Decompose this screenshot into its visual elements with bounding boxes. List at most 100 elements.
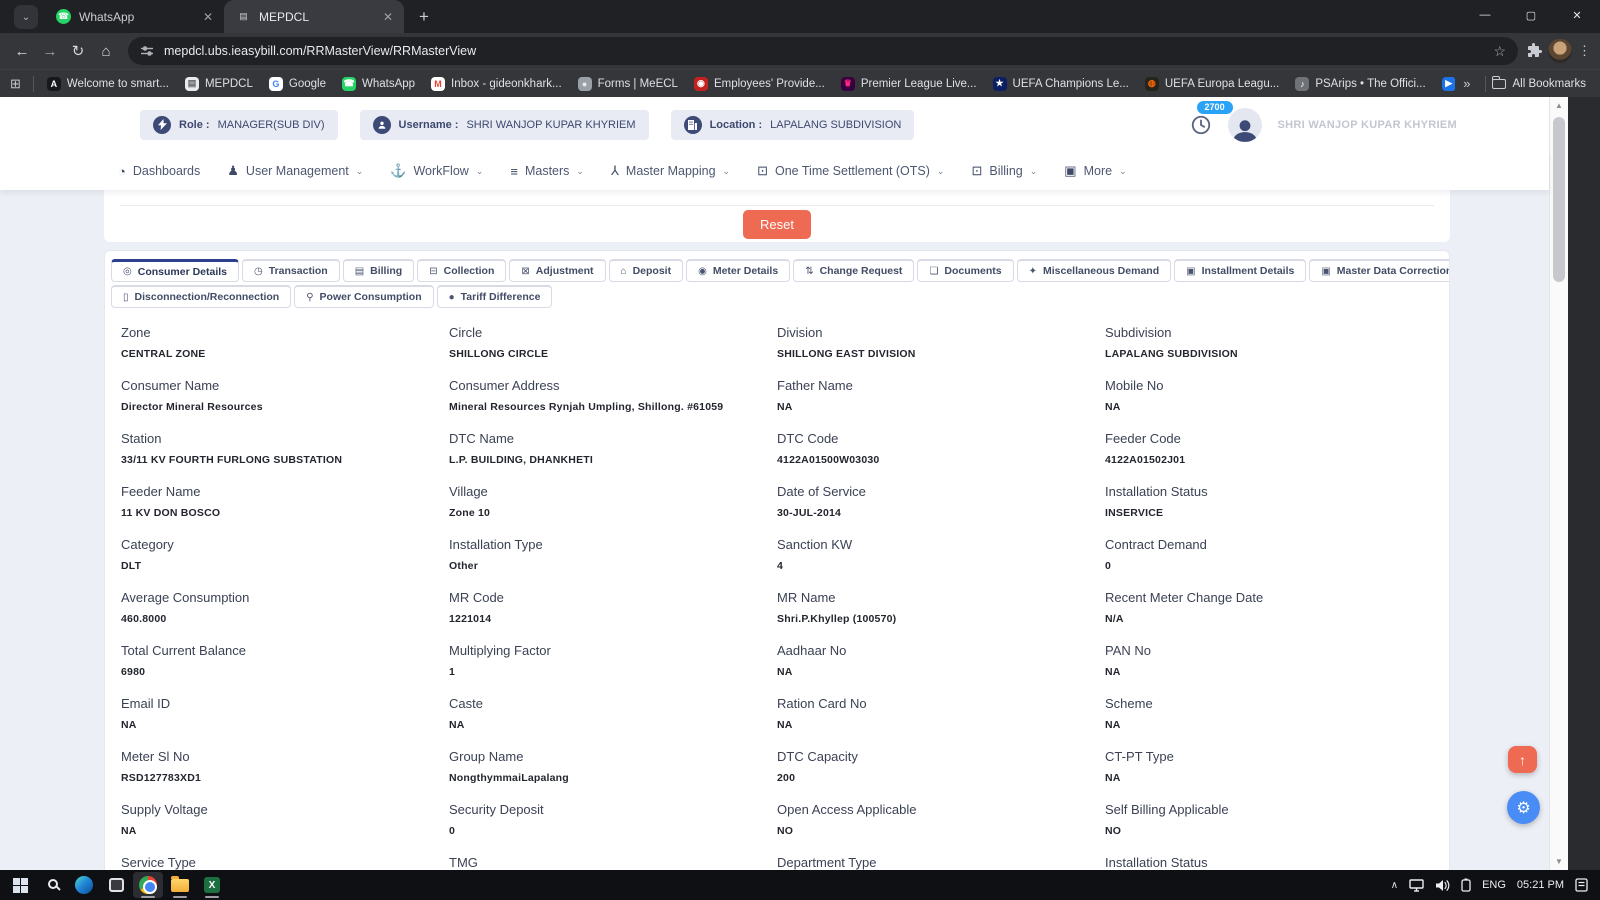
bookmark-item[interactable]: M Inbox - gideonkhark... bbox=[424, 74, 569, 94]
browser-menu-icon[interactable]: ⋮ bbox=[1578, 43, 1592, 59]
session-timer[interactable]: 2700 bbox=[1190, 100, 1233, 136]
scrollbar-thumb[interactable] bbox=[1553, 117, 1565, 282]
field-label: Recent Meter Change Date bbox=[1105, 590, 1264, 605]
bookmark-star-icon[interactable]: ☆ bbox=[1493, 43, 1506, 60]
nav-item-more[interactable]: ▣ More ⌄ bbox=[1064, 163, 1126, 179]
nav-item-user-management[interactable]: ♟ User Management ⌄ bbox=[227, 163, 363, 179]
volume-icon[interactable] bbox=[1435, 879, 1450, 892]
field-value: 1 bbox=[449, 666, 456, 678]
url-text[interactable]: mepdcl.ubs.ieasybill.com/RRMasterView/RR… bbox=[164, 44, 1483, 58]
tab-disconnection-reconnection[interactable]: ▯ Disconnection/Reconnection bbox=[111, 285, 292, 308]
chevron-down-icon: ⌄ bbox=[576, 165, 584, 176]
field-date-of-service: Date of Service 30-JUL-2014 bbox=[777, 481, 1105, 534]
field-average-consumption: Average Consumption 460.8000 bbox=[121, 587, 449, 640]
consumer-fields-grid: Zone CENTRAL ZONE Circle SHILLONG CIRCLE Div… bbox=[105, 308, 1449, 870]
reset-button[interactable]: Reset bbox=[743, 210, 811, 239]
close-button[interactable]: ✕ bbox=[1554, 0, 1600, 30]
tab-change-request[interactable]: ⇅ Change Request bbox=[793, 259, 915, 282]
taskview-taskbar-icon[interactable] bbox=[101, 872, 131, 898]
tab-power-consumption[interactable]: ⚲ Power Consumption bbox=[294, 285, 434, 308]
browser-tab-mepdcl[interactable]: ▤ MEPDCL ✕ bbox=[224, 0, 404, 33]
tab-master-data-correction[interactable]: ▣ Master Data Correction bbox=[1309, 259, 1449, 282]
bookmark-favicon-icon: ♪ bbox=[1295, 76, 1310, 91]
clock-time[interactable]: 05:21 PM bbox=[1517, 879, 1564, 891]
tab-collection[interactable]: ⊟ Collection bbox=[417, 259, 507, 282]
bookmark-item[interactable]: ▤ MEPDCL bbox=[178, 74, 260, 94]
network-icon[interactable] bbox=[1409, 878, 1424, 892]
bookmark-item[interactable]: ◉ Employees' Provide... bbox=[687, 74, 832, 94]
edge-taskbar-icon[interactable] bbox=[69, 872, 99, 898]
search-taskbar-icon[interactable] bbox=[37, 872, 67, 898]
hidden-icons-chevron[interactable]: ∧ bbox=[1391, 880, 1398, 891]
tab-documents[interactable]: ❏ Documents bbox=[917, 259, 1014, 282]
reload-icon[interactable]: ↻ bbox=[64, 37, 92, 65]
apps-grid-icon[interactable]: ⊞ bbox=[10, 76, 21, 92]
bookmark-item[interactable]: ♪ PSArips • The Offici... bbox=[1288, 74, 1432, 94]
scroll-to-top-button[interactable]: ↑ bbox=[1508, 746, 1537, 773]
browser-tab-whatsapp[interactable]: ☎ WhatsApp ✕ bbox=[44, 0, 224, 33]
bookmark-item[interactable]: ☎ WhatsApp bbox=[335, 74, 422, 94]
nav-item-master-mapping[interactable]: ⅄ Master Mapping ⌄ bbox=[611, 163, 730, 179]
nav-item-dashboards[interactable]: ◔ Dashboards bbox=[118, 164, 200, 179]
field-mobile-no: Mobile No NA bbox=[1105, 375, 1433, 428]
tab-miscellaneous-demand[interactable]: ✦ Miscellaneous Demand bbox=[1016, 259, 1172, 282]
page-scrollbar[interactable]: ▲ ▼ bbox=[1549, 97, 1568, 870]
address-bar[interactable]: mepdcl.ubs.ieasybill.com/RRMasterView/RR… bbox=[128, 37, 1518, 65]
back-icon[interactable]: ← bbox=[8, 37, 36, 65]
field-zone: Zone CENTRAL ZONE bbox=[121, 322, 449, 375]
building-icon bbox=[683, 115, 702, 134]
excel-taskbar-icon[interactable]: X bbox=[197, 872, 227, 898]
start-taskbar-icon[interactable] bbox=[5, 872, 35, 898]
scroll-up-icon[interactable]: ▲ bbox=[1550, 101, 1568, 110]
browser-profile-avatar[interactable] bbox=[1548, 39, 1572, 63]
bookmark-item[interactable]: ▶480p, 720p, & 1080... bbox=[1435, 74, 1456, 94]
tab-consumer-details[interactable]: ◎ Consumer Details bbox=[111, 259, 240, 282]
site-info-icon[interactable] bbox=[140, 44, 154, 58]
scroll-down-icon[interactable]: ▼ bbox=[1550, 857, 1568, 866]
bookmark-item[interactable]: ◍ UEFA Europa Leagu... bbox=[1138, 74, 1286, 94]
extensions-icon[interactable] bbox=[1526, 43, 1542, 59]
bookmark-item[interactable]: ★ UEFA Champions Le... bbox=[986, 74, 1136, 94]
battery-icon[interactable] bbox=[1461, 878, 1471, 892]
tab-installment-details[interactable]: ▣ Installment Details bbox=[1174, 259, 1307, 282]
bookmark-item[interactable]: A Welcome to smart... bbox=[40, 74, 176, 94]
profile-avatar[interactable] bbox=[1227, 107, 1262, 142]
bookmark-favicon-icon: ★ bbox=[992, 76, 1007, 91]
chrome-taskbar-icon[interactable] bbox=[133, 872, 163, 898]
tab-transaction[interactable]: ◷ Transaction bbox=[242, 259, 340, 282]
bookmark-item[interactable]: ● Forms | MeECL bbox=[571, 74, 685, 94]
tab-adjustment[interactable]: ⊠ Adjustment bbox=[509, 259, 606, 282]
tab-deposit[interactable]: ⌂ Deposit bbox=[608, 259, 684, 282]
tab-meter-details[interactable]: ◉ Meter Details bbox=[686, 259, 791, 282]
minimize-button[interactable]: — bbox=[1462, 0, 1508, 30]
bookmark-item[interactable]: ♛ Premier League Live... bbox=[834, 74, 984, 94]
field-mr-name: MR Name Shri.P.Khyllep (100570) bbox=[777, 587, 1105, 640]
browser-tabstrip: ⌄ ☎ WhatsApp ✕ ▤ MEPDCL ✕ + — ▢ ✕ bbox=[0, 0, 1600, 33]
tab-close-icon[interactable]: ✕ bbox=[380, 10, 396, 24]
explorer-taskbar-icon[interactable] bbox=[165, 872, 195, 898]
nav-item-one-time-settlement-ots-[interactable]: ⊡ One Time Settlement (OTS) ⌄ bbox=[757, 163, 944, 179]
field-subdivision: Subdivision LAPALANG SUBDIVISION bbox=[1105, 322, 1433, 375]
forward-icon[interactable]: → bbox=[36, 37, 64, 65]
field-value: 11 KV DON BOSCO bbox=[121, 507, 221, 519]
field-value: 460.8000 bbox=[121, 613, 167, 625]
tab-tariff-difference[interactable]: ● Tariff Difference bbox=[436, 285, 553, 308]
language-indicator[interactable]: ENG bbox=[1482, 879, 1506, 891]
notification-center-icon[interactable] bbox=[1575, 878, 1588, 892]
tab-close-icon[interactable]: ✕ bbox=[200, 10, 216, 24]
nav-item-workflow[interactable]: ⚓ WorkFlow ⌄ bbox=[390, 163, 483, 179]
bookmarks-overflow-icon[interactable]: » bbox=[1455, 76, 1478, 91]
new-tab-button[interactable]: + bbox=[410, 3, 438, 31]
field-circle: Circle SHILLONG CIRCLE bbox=[449, 322, 777, 375]
nav-item-billing[interactable]: ⊡ Billing ⌄ bbox=[971, 163, 1037, 179]
field-open-access-applicable: Open Access Applicable NO bbox=[777, 799, 1105, 852]
bookmark-item[interactable]: G Google bbox=[262, 74, 333, 94]
settings-fab[interactable]: ⚙ bbox=[1507, 791, 1540, 824]
tab-search-button[interactable]: ⌄ bbox=[14, 5, 38, 29]
nav-item-masters[interactable]: ≡ Masters ⌄ bbox=[510, 164, 584, 179]
tab-billing[interactable]: ▤ Billing bbox=[342, 259, 415, 282]
maximize-button[interactable]: ▢ bbox=[1508, 0, 1554, 30]
home-icon[interactable]: ⌂ bbox=[92, 37, 120, 65]
dashboard-icon: ◔ bbox=[118, 163, 126, 179]
all-bookmarks-button[interactable]: All Bookmarks bbox=[1491, 75, 1591, 90]
